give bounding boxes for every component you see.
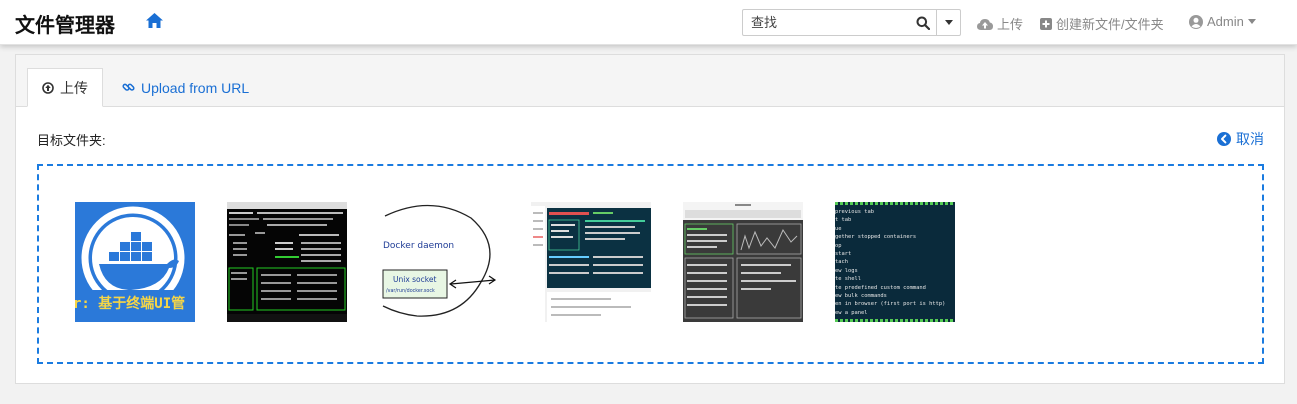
shortcut-line: ew logs — [835, 267, 858, 274]
docker-caption: r: 基于终端UI管 — [75, 295, 185, 312]
shortcut-line: previous tab — [835, 209, 874, 215]
chevron-down-icon — [1247, 19, 1256, 24]
shortcut-line: tach — [835, 259, 848, 266]
shortcut-list: previous tab t tab ue gether stopped contai… — [835, 208, 955, 317]
arrow-circle-up-icon — [42, 81, 54, 94]
thumbnail-keyboard-shortcuts[interactable]: previous tab t tab ue gether stopped contai… — [835, 202, 955, 322]
shortcut-line: gether stopped containers — [835, 234, 917, 241]
shortcut-line: ew bulk commands — [835, 293, 887, 300]
target-folder-label: 目标文件夹: — [37, 133, 106, 148]
search-input[interactable] — [743, 10, 913, 35]
search-box — [742, 9, 961, 36]
shortcut-line: start — [835, 251, 852, 258]
user-label: Admin — [1207, 14, 1244, 29]
link-icon — [122, 83, 135, 91]
create-new-button[interactable]: 创建新文件/文件夹 — [1040, 14, 1164, 33]
search-dropdown-button[interactable] — [936, 10, 960, 35]
terminal-border-top — [835, 202, 955, 205]
search-icon[interactable] — [911, 10, 935, 35]
socket-sub-label: /var/run/docker.sock — [386, 288, 435, 294]
cancel-label: 取消 — [1236, 131, 1264, 147]
file-dropzone[interactable]: r: 基于终端UI管 Docker daemon Unix socket /va… — [37, 164, 1264, 364]
user-menu[interactable]: Admin — [1189, 14, 1256, 29]
shortcut-line: op — [835, 242, 842, 249]
shortcut-line: te shell — [835, 276, 861, 283]
shortcut-line: ue — [835, 225, 842, 232]
cloud-upload-icon — [977, 18, 993, 30]
top-navbar: 文件管理器 上传 创建新文件/文件夹 Admin — [0, 0, 1297, 45]
upload-panel: 上传 Upload from URL 目标文件夹: 取消 r: 基于终端UI管 — [15, 54, 1285, 384]
tab-upload-from-url[interactable]: Upload from URL — [108, 68, 263, 107]
tab-upload-label: 上传 — [60, 79, 88, 96]
tab-url-label: Upload from URL — [141, 79, 250, 96]
create-new-label: 创建新文件/文件夹 — [1056, 17, 1164, 32]
tab-upload[interactable]: 上传 — [27, 68, 103, 107]
cancel-link[interactable]: 取消 — [1217, 129, 1264, 149]
thumbnail-dashboard-screenshot[interactable] — [531, 202, 651, 322]
thumbnail-terminal-window[interactable] — [683, 202, 803, 322]
user-circle-icon — [1189, 14, 1203, 29]
terminal-border-bottom — [835, 319, 955, 322]
socket-label: Unix socket — [393, 275, 436, 284]
thumbnail-docker-logo[interactable]: r: 基于终端UI管 — [75, 202, 195, 322]
home-icon[interactable] — [146, 13, 163, 31]
upload-nav-button[interactable]: 上传 — [977, 14, 1023, 33]
shortcut-line: te predefined custom command — [835, 284, 926, 291]
shortcut-line: t tab — [835, 217, 852, 224]
upload-nav-label: 上传 — [997, 17, 1024, 32]
chevron-circle-left-icon — [1217, 132, 1231, 146]
shortcut-line: en in browser (first port is http) — [835, 301, 946, 308]
thumbnail-terminal-dashboard[interactable] — [227, 202, 347, 322]
shortcut-line: ew a panel — [835, 309, 868, 316]
thumbnail-docker-daemon-diagram[interactable]: Docker daemon Unix socket /var/run/docke… — [379, 202, 499, 322]
tab-bar: 上传 Upload from URL — [16, 55, 1284, 107]
plus-square-icon — [1040, 17, 1052, 30]
chevron-down-icon — [944, 20, 953, 25]
app-title: 文件管理器 — [15, 15, 115, 37]
daemon-label: Docker daemon — [383, 241, 454, 251]
